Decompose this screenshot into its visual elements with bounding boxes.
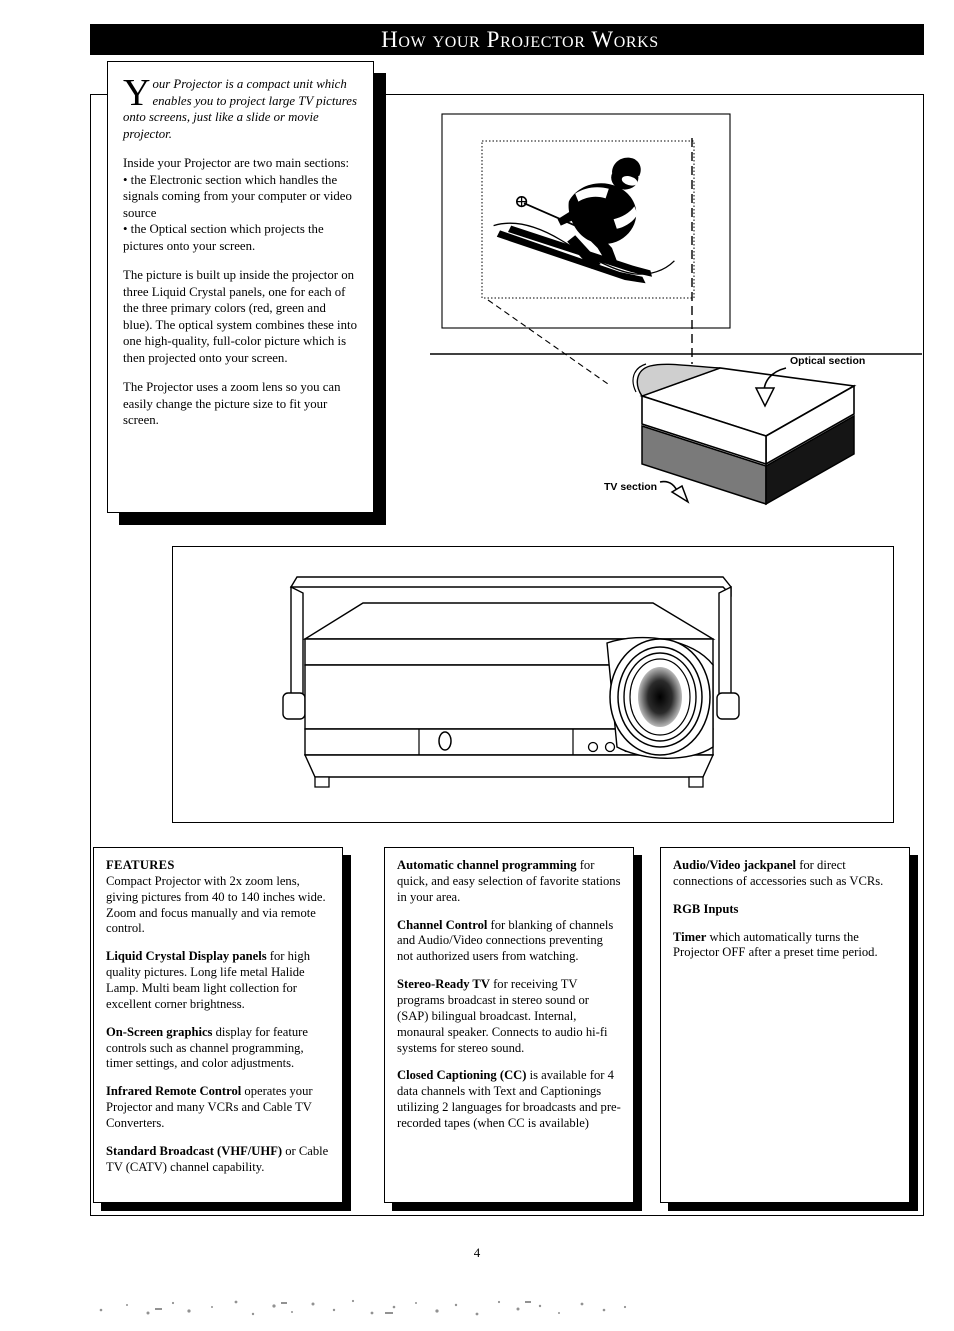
intro-paragraph-1: Your Projector is a compact unit which e…	[123, 72, 357, 142]
tv-section-arrow-head	[670, 484, 690, 504]
projector-illustration-panel	[172, 546, 894, 823]
features-column-1: FEATURES Compact Projector with 2x zoom …	[93, 847, 343, 1203]
indicator-led-2	[604, 741, 616, 753]
features-col3-item-2: Timer which automatically turns the Proj…	[673, 930, 897, 962]
features-col3-item-0-bold: Audio/Video jackpanel	[673, 858, 797, 872]
page-header-banner: How your Projector Works	[90, 24, 924, 55]
features-column-3: Audio/Video jackpanel for direct connect…	[660, 847, 910, 1203]
features-col2-item-3-bold: Closed Captioning (CC)	[397, 1068, 527, 1083]
drop-cap: Y	[123, 72, 151, 114]
indicator-led-1	[587, 741, 599, 753]
features-col1-item-0-text: Compact Projector with 2x zoom lens, giv…	[106, 873, 326, 936]
features-col1-item-4-bold: Standard Broadcast (VHF/UHF)	[106, 1143, 283, 1158]
projection-diagram-svg: Optical section TV section	[430, 113, 922, 506]
handle-hinge-left	[282, 692, 306, 720]
features-col3-item-1-bold: RGB Inputs	[673, 901, 739, 916]
features-col2-item-2-bold: Stereo-Ready TV	[397, 977, 490, 992]
projector-handle-right-leg	[718, 585, 732, 707]
page-number: 4	[473, 1245, 481, 1260]
features-col1-item-3-bold: Infrared Remote Control	[106, 1084, 242, 1099]
projector-base	[303, 754, 715, 778]
projector-illustration-svg	[282, 576, 740, 788]
scan-noise-artifact	[99, 1299, 627, 1316]
intro-bullet-1: • the Electronic section which handles t…	[123, 172, 352, 220]
projector-foot-left	[314, 776, 330, 788]
features-col2-item-1: Channel Control for blanking of channels…	[397, 918, 621, 966]
intro-bullet-2: • the Optical section which projects the…	[123, 222, 324, 253]
features-col2-item-2: Stereo-Ready TV for receiving TV program…	[397, 977, 621, 1056]
intro-paragraph-4: The Projector uses a zoom lens so you ca…	[123, 380, 341, 427]
document-page: How your Projector Works Your Projector …	[0, 0, 954, 1331]
tv-section-label: TV section	[604, 481, 657, 493]
features-col2-item-0-bold: Automatic channel programming	[397, 858, 577, 872]
intro-text-box: Your Projector is a compact unit which e…	[107, 61, 374, 513]
power-button[interactable]	[438, 731, 452, 751]
features-col1-item-2: On-Screen graphics display for feature c…	[106, 1025, 330, 1073]
projection-diagram: Optical section TV section	[430, 96, 922, 532]
intro-paragraph-3: The picture is built up inside the proje…	[123, 268, 357, 365]
features-col3-item-2-bold: Timer	[673, 929, 707, 944]
projector-foot-right	[688, 776, 704, 788]
features-col1-item-4: Standard Broadcast (VHF/UHF) or Cable TV…	[106, 1144, 330, 1176]
features-col1-item-3: Infrared Remote Control operates your Pr…	[106, 1084, 330, 1132]
features-col3-item-1: RGB Inputs	[673, 902, 897, 918]
features-heading: FEATURES	[106, 858, 175, 872]
features-col1-item-1-bold: Liquid Crystal Display panels	[106, 949, 267, 964]
features-column-2: Automatic channel programming for quick,…	[384, 847, 634, 1203]
intro-paragraph-2-text: Inside your Projector are two main secti…	[123, 156, 350, 170]
optical-section-label: Optical section	[790, 355, 865, 367]
intro-paragraph-2: Inside your Projector are two main secti…	[123, 155, 357, 254]
features-col3-item-0: Audio/Video jackpanel for direct connect…	[673, 858, 897, 890]
projector-handle	[289, 576, 732, 597]
projector-top-bevel	[302, 602, 716, 640]
projector-handle-left-leg	[290, 585, 304, 707]
page-title: How your Projector Works	[381, 26, 659, 52]
handle-hinge-right	[716, 692, 740, 720]
lens-aperture	[638, 667, 682, 727]
features-col1-item-1: Liquid Crystal Display panels for high q…	[106, 949, 330, 1012]
intro-paragraph-1-text: our Projector is a compact unit which en…	[123, 77, 357, 141]
features-heading-block: FEATURES Compact Projector with 2x zoom …	[106, 858, 330, 937]
features-col2-item-1-bold: Channel Control	[397, 917, 488, 932]
features-col1-item-2-bold: On-Screen graphics	[106, 1024, 213, 1039]
features-col2-item-0: Automatic channel programming for quick,…	[397, 858, 621, 906]
features-col2-item-3: Closed Captioning (CC) is available for …	[397, 1068, 621, 1131]
